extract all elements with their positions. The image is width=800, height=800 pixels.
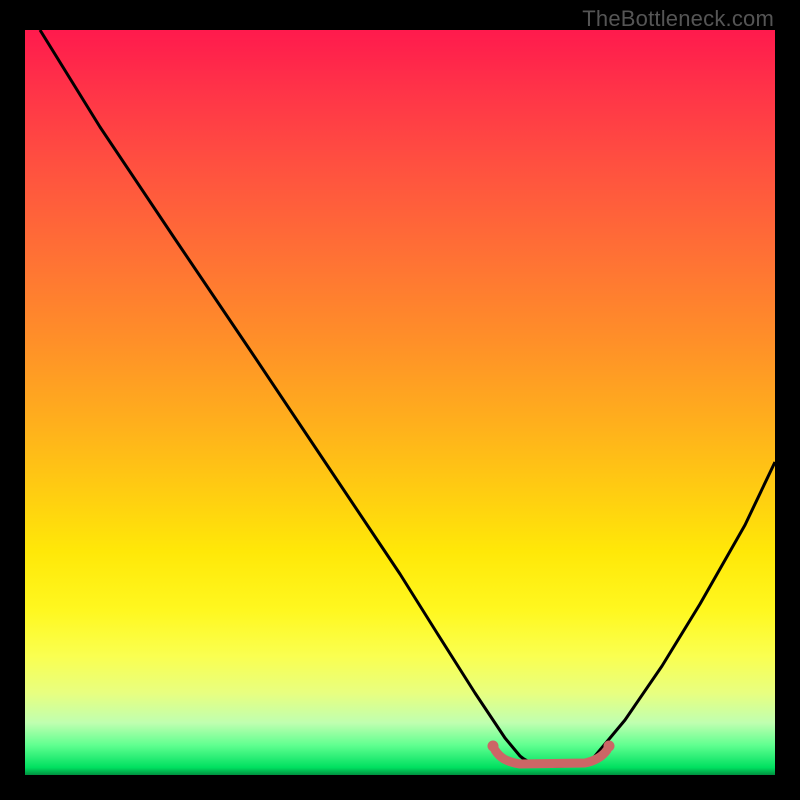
chart-frame: TheBottleneck.com [0, 0, 800, 800]
watermark-text: TheBottleneck.com [582, 6, 774, 32]
valley-dot-left [488, 741, 499, 752]
valley-dot-right [604, 741, 615, 752]
plot-area [25, 30, 775, 775]
curve-layer [25, 30, 775, 775]
valley-highlight [495, 750, 607, 764]
bottleneck-curve [40, 30, 775, 766]
